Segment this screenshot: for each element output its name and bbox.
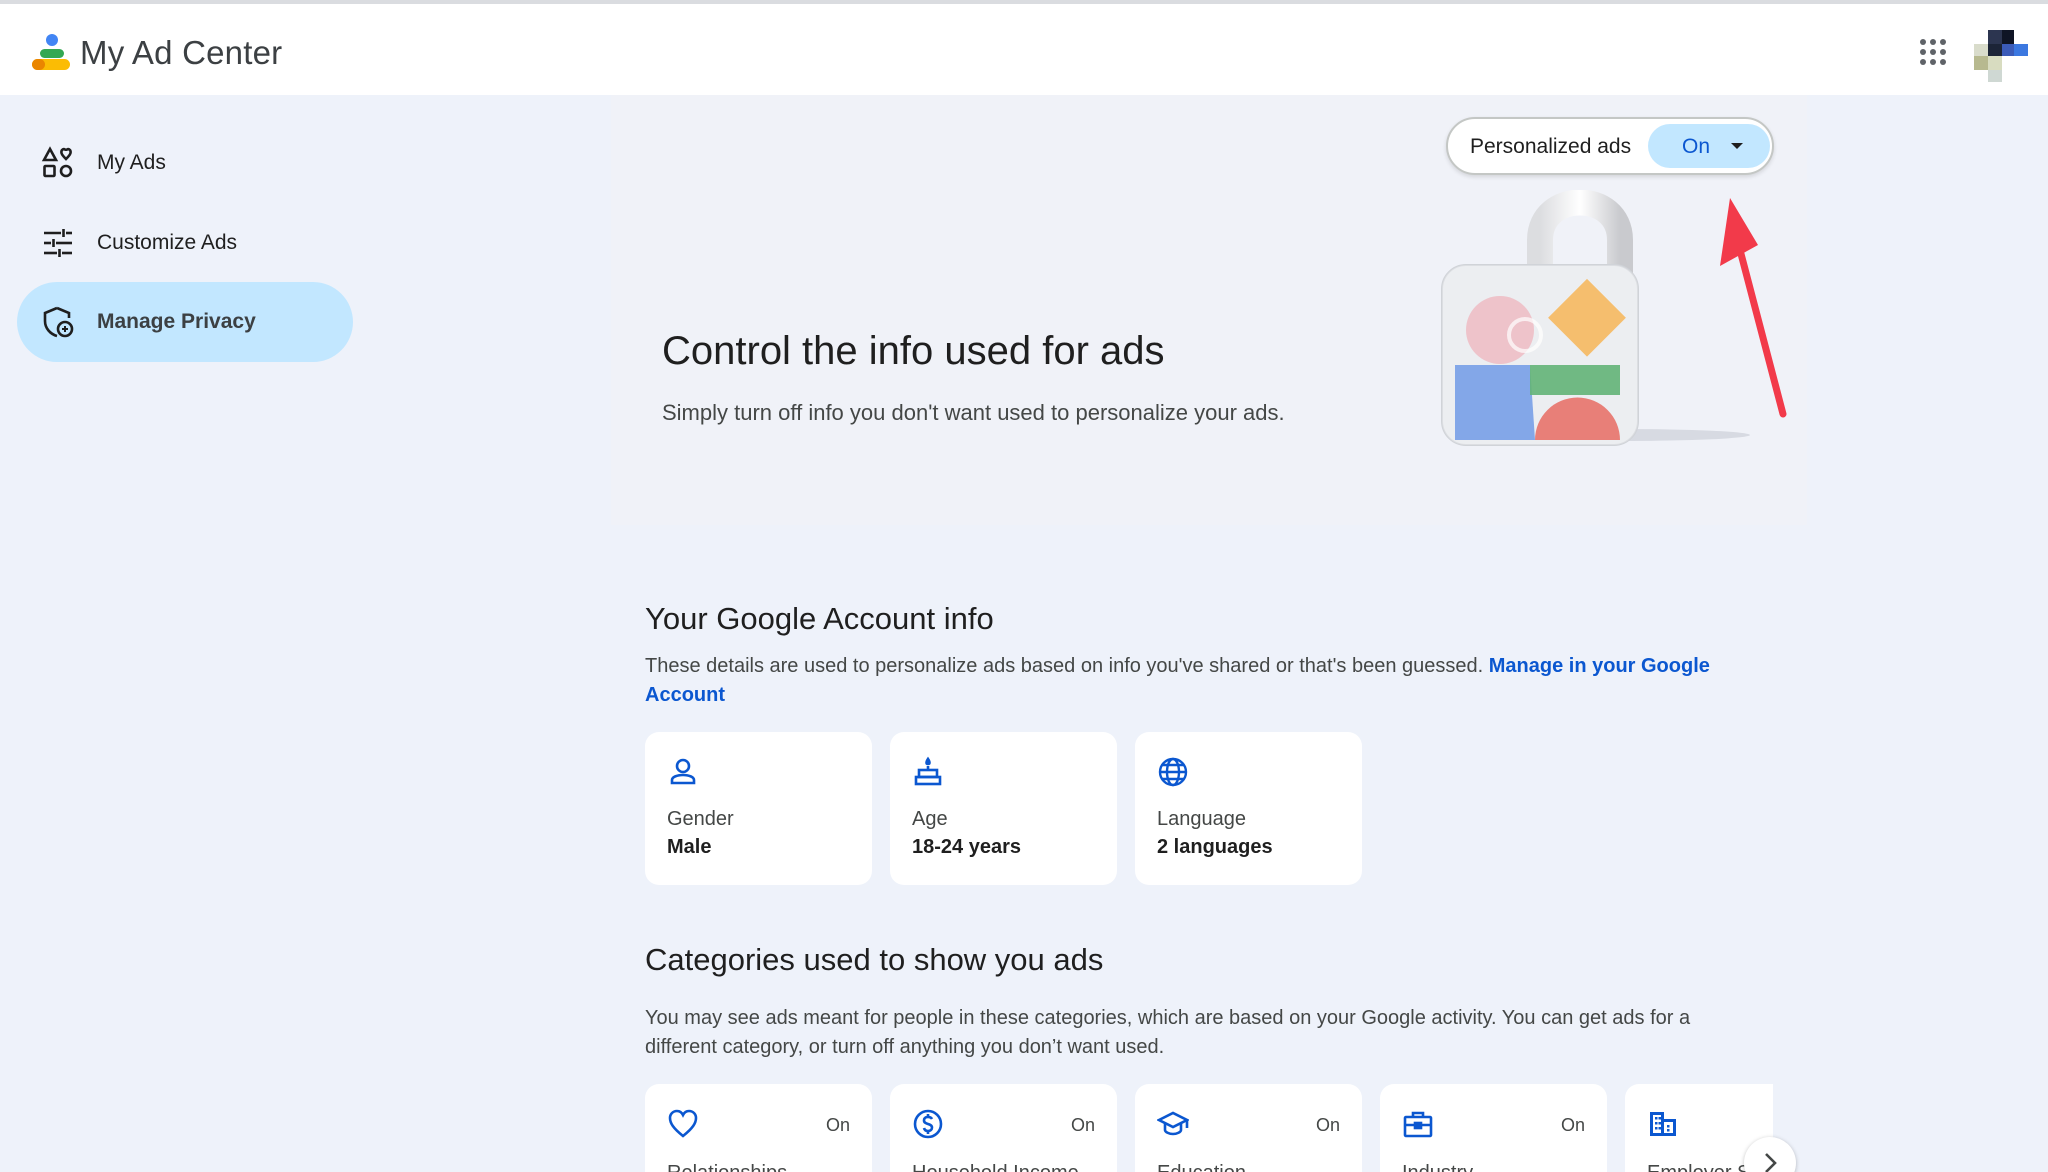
my-ad-center-logo <box>32 34 70 70</box>
app-header: My Ad Center <box>0 4 2048 95</box>
category-card-education[interactable]: On Education <box>1135 1084 1362 1172</box>
category-state: On <box>825 1115 850 1135</box>
info-card-label: Age <box>912 808 948 830</box>
category-label: Household Income <box>912 1162 1079 1172</box>
category-state: On <box>1315 1115 1340 1135</box>
sidebar-item-customize-ads[interactable]: Customize Ads <box>17 203 353 283</box>
category-card-industry[interactable]: On Industry <box>1380 1084 1607 1172</box>
category-state: On <box>1560 1115 1585 1135</box>
graduation-cap-icon <box>1157 1111 1189 1136</box>
chevron-right-icon <box>1765 1153 1777 1172</box>
categories-title: Categories used to show you ads <box>645 942 1104 977</box>
info-card-value: 18-24 years <box>912 836 1021 858</box>
sidebar-item-manage-privacy[interactable]: Manage Privacy <box>17 282 353 362</box>
info-card-age[interactable]: Age 18-24 years <box>890 732 1117 885</box>
cake-icon <box>914 756 942 786</box>
globe-icon <box>1158 757 1188 787</box>
category-label: Relationships <box>667 1162 787 1172</box>
personalized-ads-label: Personalized ads <box>1470 135 1632 158</box>
info-card-value: Male <box>667 836 712 858</box>
hero-subtitle: Simply turn off info you don't want used… <box>662 400 1285 425</box>
account-info-text: These details are used to personalize ad… <box>645 655 1484 677</box>
sidebar-item-label: Manage Privacy <box>97 310 256 333</box>
category-label: Industry <box>1402 1162 1473 1172</box>
hero-title: Control the info used for ads <box>662 329 1165 373</box>
category-card-relationships[interactable]: On Relationships <box>645 1084 872 1172</box>
info-card-label: Language <box>1157 808 1246 830</box>
category-label: Education <box>1157 1162 1246 1172</box>
sliders-icon <box>44 229 72 257</box>
sidebar-item-my-ads[interactable]: My Ads <box>17 123 353 203</box>
briefcase-icon <box>1403 1111 1433 1138</box>
account-info-title: Your Google Account info <box>645 601 994 636</box>
privacy-shield-icon <box>43 306 74 338</box>
category-card-household-income[interactable]: On Household Income <box>890 1084 1117 1172</box>
account-info-description: These details are used to personalize ad… <box>645 652 1735 710</box>
heart-icon <box>668 1109 698 1138</box>
dollar-icon <box>913 1109 943 1139</box>
info-card-gender[interactable]: Gender Male <box>645 732 872 885</box>
building-icon <box>1650 1112 1676 1136</box>
categories-description: You may see ads meant for people in thes… <box>645 1007 1691 1058</box>
categories-carousel: On Relationships On Household Income On … <box>611 1084 1773 1172</box>
account-avatar[interactable] <box>1970 26 2032 88</box>
personalized-ads-dropdown[interactable]: On <box>1648 124 1770 168</box>
app-title: My Ad Center <box>80 34 283 71</box>
info-card-label: Gender <box>667 808 734 830</box>
red-annotation-arrow <box>1720 198 1787 418</box>
sidebar-item-label: Customize Ads <box>97 231 238 254</box>
personalized-ads-value: On <box>1682 135 1711 158</box>
apps-grid-icon[interactable] <box>1917 36 1949 68</box>
person-icon <box>670 758 696 785</box>
personalized-ads-control: Personalized ads On <box>1446 117 1774 175</box>
chevron-down-icon <box>1731 143 1743 149</box>
my-ads-icon <box>41 146 73 178</box>
category-state: On <box>1070 1115 1095 1135</box>
info-card-value: 2 languages <box>1157 836 1273 858</box>
sidebar-item-label: My Ads <box>97 151 166 174</box>
info-card-language[interactable]: Language 2 languages <box>1135 732 1362 885</box>
